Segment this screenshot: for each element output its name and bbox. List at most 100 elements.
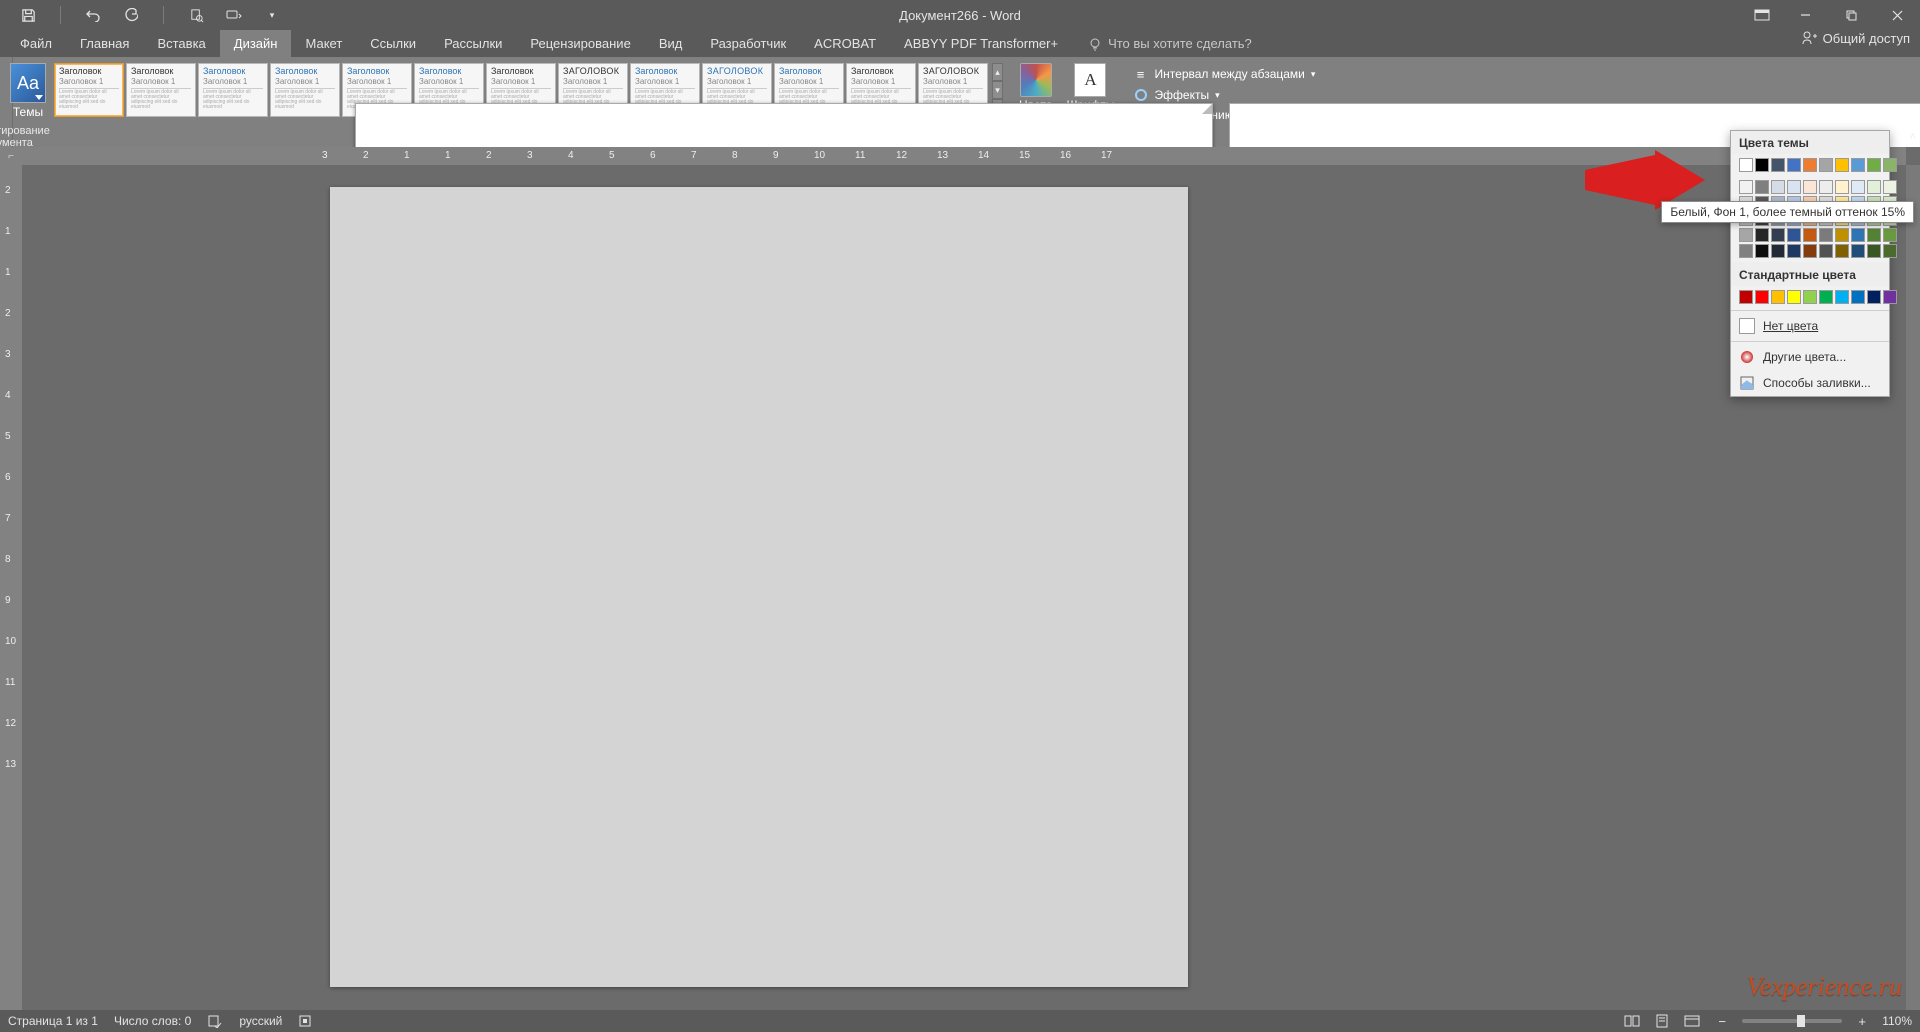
color-swatch[interactable] bbox=[1739, 180, 1753, 194]
ruler-tick: 3 bbox=[527, 150, 533, 161]
color-swatch[interactable] bbox=[1803, 158, 1817, 172]
color-swatch[interactable] bbox=[1771, 244, 1785, 258]
status-language[interactable]: русский bbox=[239, 1014, 282, 1028]
color-swatch[interactable] bbox=[1851, 158, 1865, 172]
color-swatch[interactable] bbox=[1755, 228, 1769, 242]
color-swatch[interactable] bbox=[1883, 228, 1897, 242]
color-swatch[interactable] bbox=[1787, 228, 1801, 242]
zoom-level[interactable]: 110% bbox=[1882, 1014, 1912, 1028]
color-swatch[interactable] bbox=[1883, 180, 1897, 194]
color-swatch[interactable] bbox=[1755, 180, 1769, 194]
tab-дизайн[interactable]: Дизайн bbox=[220, 30, 292, 57]
color-swatch[interactable] bbox=[1867, 244, 1881, 258]
color-swatch[interactable] bbox=[1803, 244, 1817, 258]
status-page[interactable]: Страница 1 из 1 bbox=[8, 1014, 98, 1028]
no-color-swatch-icon bbox=[1739, 318, 1755, 334]
tab-макет[interactable]: Макет bbox=[291, 30, 356, 57]
color-swatch[interactable] bbox=[1787, 180, 1801, 194]
tab-рассылки[interactable]: Рассылки bbox=[430, 30, 516, 57]
color-swatch[interactable] bbox=[1867, 158, 1881, 172]
color-swatch[interactable] bbox=[1851, 290, 1865, 304]
tab-abbyy-pdf-transformer+[interactable]: ABBYY PDF Transformer+ bbox=[890, 30, 1072, 57]
no-color-item[interactable]: Нет цвета bbox=[1731, 313, 1889, 339]
maximize-button[interactable] bbox=[1828, 0, 1874, 30]
ribbon-display-options-icon[interactable] bbox=[1742, 0, 1782, 30]
document-page[interactable] bbox=[330, 187, 1188, 987]
undo-icon[interactable] bbox=[83, 5, 103, 25]
vertical-scrollbar[interactable] bbox=[1906, 165, 1920, 1010]
color-swatch[interactable] bbox=[1755, 158, 1769, 172]
color-swatch[interactable] bbox=[1835, 290, 1849, 304]
view-web-layout-icon[interactable] bbox=[1682, 1012, 1702, 1030]
share-button[interactable]: Общий доступ bbox=[1801, 30, 1910, 46]
status-macro-icon[interactable] bbox=[298, 1014, 312, 1028]
zoom-out-button[interactable]: − bbox=[1712, 1012, 1732, 1030]
vertical-ruler[interactable]: 2112345678910111213 bbox=[0, 165, 22, 1010]
color-swatch[interactable] bbox=[1755, 244, 1769, 258]
tab-ссылки[interactable]: Ссылки bbox=[356, 30, 430, 57]
tab-вид[interactable]: Вид bbox=[645, 30, 697, 57]
color-swatch[interactable] bbox=[1755, 290, 1769, 304]
color-swatch[interactable] bbox=[1835, 158, 1849, 172]
view-read-mode-icon[interactable] bbox=[1622, 1012, 1642, 1030]
view-print-layout-icon[interactable] bbox=[1652, 1012, 1672, 1030]
tab-главная[interactable]: Главная bbox=[66, 30, 143, 57]
qat-more-icon[interactable]: ▾ bbox=[262, 5, 282, 25]
status-spellcheck-icon[interactable] bbox=[207, 1014, 223, 1028]
zoom-slider-thumb[interactable] bbox=[1797, 1015, 1805, 1027]
tab-вставка[interactable]: Вставка bbox=[143, 30, 219, 57]
tab-acrobat[interactable]: ACROBAT bbox=[800, 30, 890, 57]
color-swatch[interactable] bbox=[1771, 228, 1785, 242]
color-swatch[interactable] bbox=[1819, 244, 1833, 258]
redo-icon[interactable] bbox=[121, 5, 141, 25]
color-swatch[interactable] bbox=[1835, 228, 1849, 242]
zoom-slider[interactable] bbox=[1742, 1019, 1842, 1023]
tell-me-search[interactable]: Что вы хотите сделать? bbox=[1088, 30, 1252, 57]
minimize-button[interactable] bbox=[1782, 0, 1828, 30]
fill-effects-item[interactable]: Способы заливки... bbox=[1731, 370, 1889, 396]
color-swatch[interactable] bbox=[1803, 228, 1817, 242]
color-swatch[interactable] bbox=[1739, 244, 1753, 258]
print-preview-icon[interactable] bbox=[186, 5, 206, 25]
color-swatch[interactable] bbox=[1819, 158, 1833, 172]
ruler-tick: 11 bbox=[855, 150, 865, 161]
status-word-count[interactable]: Число слов: 0 bbox=[114, 1014, 191, 1028]
color-swatch[interactable] bbox=[1851, 228, 1865, 242]
color-swatch[interactable] bbox=[1819, 180, 1833, 194]
color-swatch[interactable] bbox=[1803, 180, 1817, 194]
color-swatch[interactable] bbox=[1787, 244, 1801, 258]
color-swatch[interactable] bbox=[1739, 228, 1753, 242]
more-colors-item[interactable]: Другие цвета... bbox=[1731, 344, 1889, 370]
ruler-tick: 3 bbox=[322, 150, 328, 161]
color-swatch[interactable] bbox=[1787, 158, 1801, 172]
color-swatch[interactable] bbox=[1835, 244, 1849, 258]
color-swatch[interactable] bbox=[1867, 228, 1881, 242]
color-swatch[interactable] bbox=[1867, 290, 1881, 304]
color-swatch[interactable] bbox=[1787, 290, 1801, 304]
ruler-corner[interactable]: ⌐ bbox=[0, 147, 22, 165]
collapse-ribbon-icon[interactable]: ˄ bbox=[1910, 131, 1916, 143]
fill-effects-icon bbox=[1739, 375, 1755, 391]
color-swatch[interactable] bbox=[1803, 290, 1817, 304]
color-swatch[interactable] bbox=[1819, 228, 1833, 242]
tab-рецензирование[interactable]: Рецензирование bbox=[516, 30, 644, 57]
color-swatch[interactable] bbox=[1771, 290, 1785, 304]
color-swatch[interactable] bbox=[1739, 158, 1753, 172]
color-swatch[interactable] bbox=[1819, 290, 1833, 304]
color-swatch[interactable] bbox=[1883, 244, 1897, 258]
color-swatch[interactable] bbox=[1851, 244, 1865, 258]
color-swatch[interactable] bbox=[1771, 158, 1785, 172]
close-button[interactable] bbox=[1874, 0, 1920, 30]
color-swatch[interactable] bbox=[1739, 290, 1753, 304]
zoom-in-button[interactable]: + bbox=[1852, 1012, 1872, 1030]
touch-mode-icon[interactable] bbox=[224, 5, 244, 25]
tab-разработчик[interactable]: Разработчик bbox=[696, 30, 800, 57]
save-icon[interactable] bbox=[18, 5, 38, 25]
color-swatch[interactable] bbox=[1835, 180, 1849, 194]
color-swatch[interactable] bbox=[1883, 158, 1897, 172]
color-swatch[interactable] bbox=[1883, 290, 1897, 304]
color-swatch[interactable] bbox=[1867, 180, 1881, 194]
tab-файл[interactable]: Файл bbox=[6, 30, 66, 57]
color-swatch[interactable] bbox=[1771, 180, 1785, 194]
color-swatch[interactable] bbox=[1851, 180, 1865, 194]
